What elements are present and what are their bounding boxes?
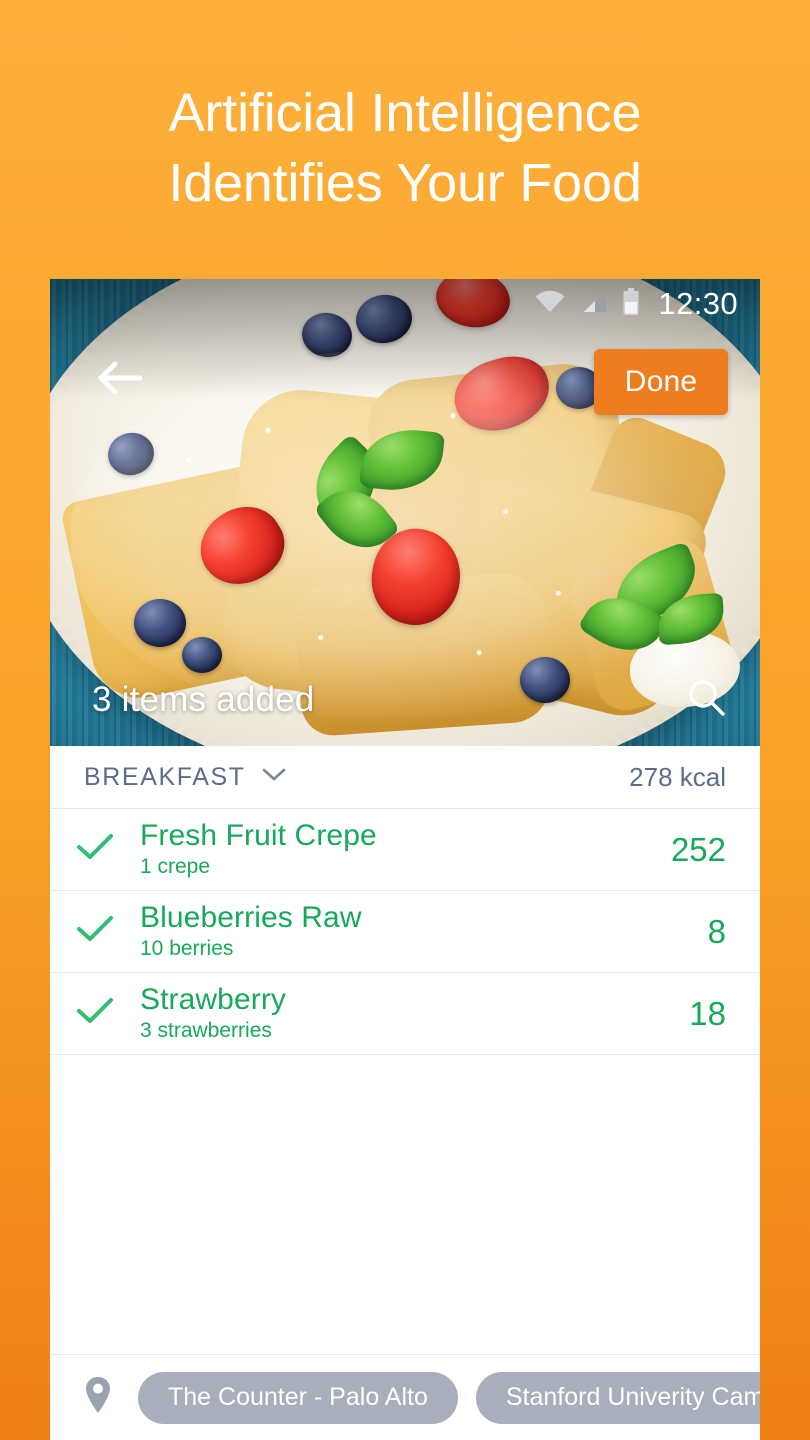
meal-total-calories: 278 kcal: [629, 761, 726, 792]
item-text: Blueberries Raw 10 berries: [140, 901, 708, 962]
item-quantity: 10 berries: [140, 937, 234, 960]
location-pin-button[interactable]: [76, 1375, 120, 1420]
food-items-list: Fresh Fruit Crepe 1 crepe 252 Blueberrie…: [50, 808, 760, 1055]
item-calories: 252: [670, 830, 726, 868]
location-chip[interactable]: The Counter - Palo Alto: [138, 1371, 458, 1424]
item-quantity: 3 strawberries: [140, 1019, 272, 1042]
item-checkbox[interactable]: [50, 831, 140, 868]
item-checkbox[interactable]: [50, 995, 140, 1032]
location-pin-icon: [83, 1375, 113, 1420]
location-chip[interactable]: Stanford Univerity Camp: [475, 1371, 760, 1424]
table-row[interactable]: Strawberry 3 strawberries 18: [50, 972, 760, 1054]
status-bar-clock: 12:30: [658, 286, 738, 321]
back-button[interactable]: [88, 349, 150, 411]
table-row[interactable]: Fresh Fruit Crepe 1 crepe 252: [50, 808, 760, 890]
check-icon: [75, 995, 115, 1032]
location-bar: The Counter - Palo Alto Stanford Univeri…: [50, 1354, 760, 1440]
chevron-down-icon: [262, 767, 286, 788]
item-calories: 18: [689, 994, 726, 1032]
wifi-icon: [534, 290, 566, 319]
phone-screen: 12:30 Done 3 items added BREAKFAST 278 k…: [50, 279, 760, 1440]
cellular-signal-icon: [580, 290, 608, 319]
item-name: Strawberry: [140, 983, 287, 1016]
blueberry: [134, 599, 186, 647]
done-button[interactable]: Done: [594, 349, 728, 415]
list-end-divider: [50, 1054, 760, 1055]
search-button[interactable]: [678, 672, 734, 728]
item-name: Blueberries Raw: [140, 901, 362, 934]
table-row[interactable]: Blueberries Raw 10 berries 8: [50, 890, 760, 972]
search-icon: [684, 676, 728, 725]
food-photo-hero: 12:30 Done 3 items added: [50, 279, 760, 746]
meal-selector[interactable]: BREAKFAST: [84, 763, 286, 792]
item-text: Fresh Fruit Crepe 1 crepe: [140, 819, 671, 880]
meal-header: BREAKFAST 278 kcal: [50, 746, 760, 808]
status-bar: 12:30: [50, 279, 760, 329]
hero-bottom-bar: 3 items added: [50, 654, 760, 746]
check-icon: [75, 831, 115, 868]
item-name: Fresh Fruit Crepe: [140, 819, 377, 852]
back-arrow-icon: [96, 360, 143, 401]
item-quantity: 1 crepe: [140, 855, 211, 878]
check-icon: [75, 913, 115, 950]
battery-icon: [622, 287, 640, 321]
item-checkbox[interactable]: [50, 913, 140, 950]
item-calories: 8: [707, 912, 726, 950]
meal-name-label: BREAKFAST: [84, 762, 246, 791]
promo-headline: Artificial Intelligence Identifies Your …: [168, 83, 642, 213]
item-text: Strawberry 3 strawberries: [140, 983, 689, 1044]
items-added-label: 3 items added: [92, 680, 315, 719]
